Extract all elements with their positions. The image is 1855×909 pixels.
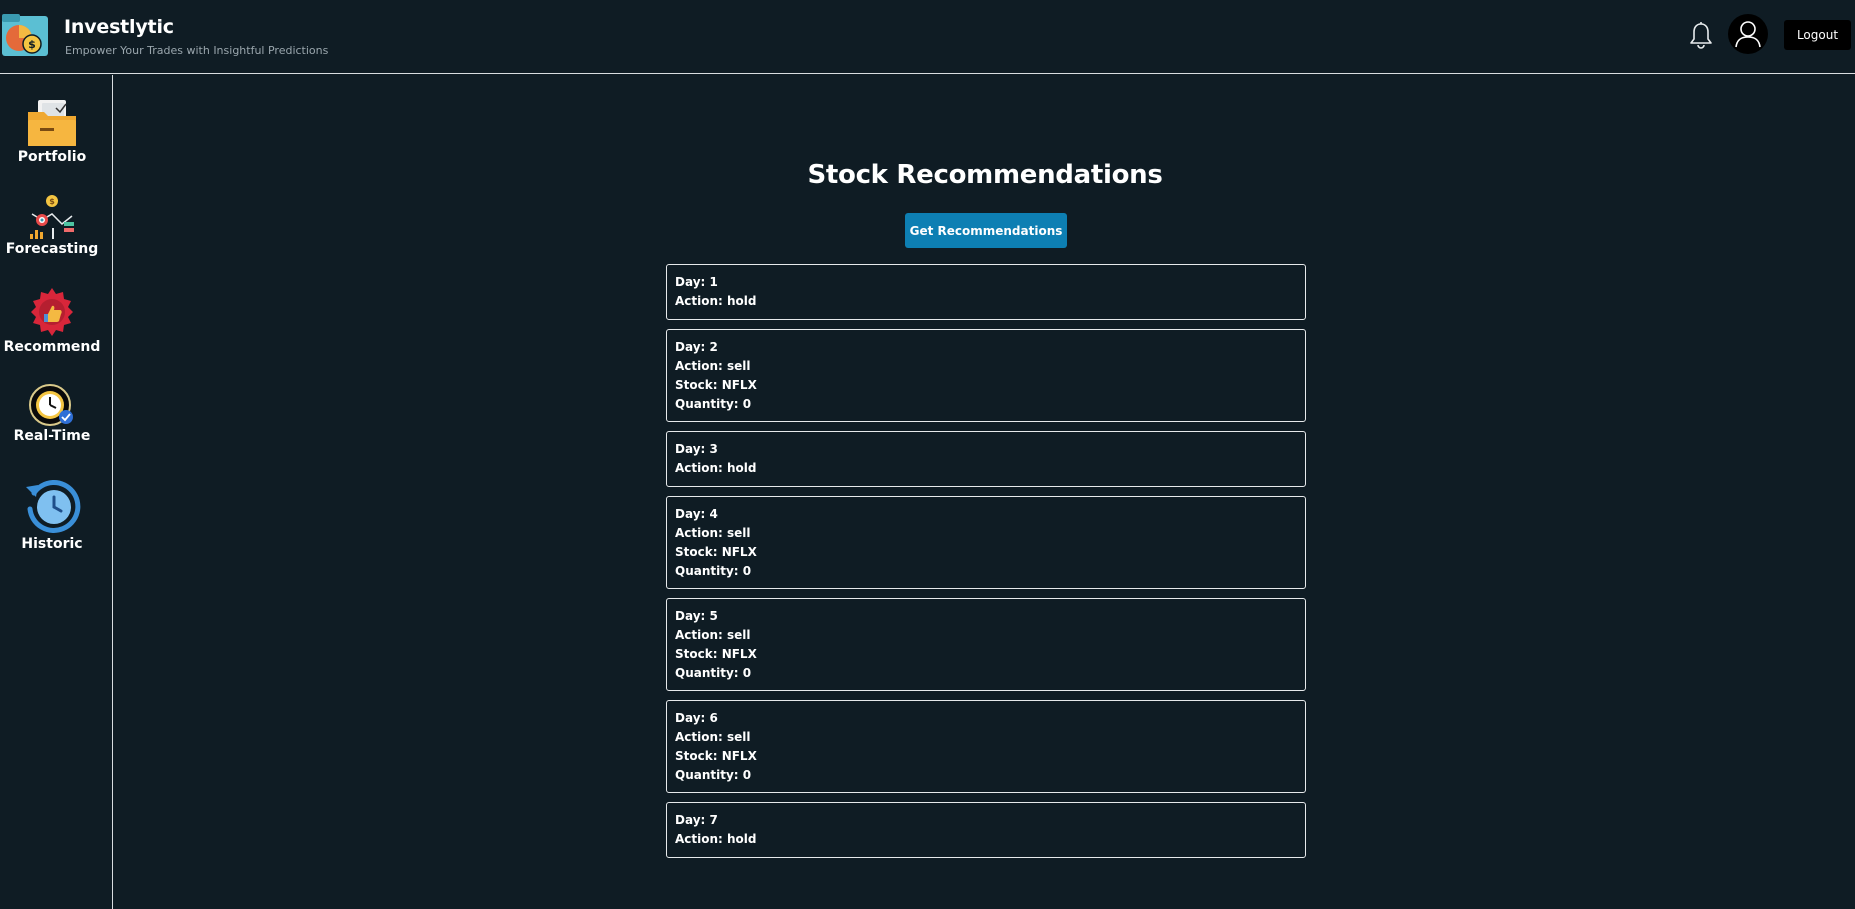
recommendation-quantity: Quantity: 0 — [675, 397, 752, 411]
app-header: $ Investlytic Empower Your Trades with I… — [0, 0, 1855, 74]
recommendation-day: Day: 4 — [675, 507, 718, 521]
recommendation-action: Action: hold — [675, 461, 757, 475]
recommendation-action: Action: sell — [675, 359, 751, 373]
sidebar-item-label: Forecasting — [5, 241, 99, 257]
logout-button[interactable]: Logout — [1784, 20, 1851, 50]
recommendation-day: Day: 3 — [675, 442, 718, 456]
stopwatch-icon — [29, 384, 73, 426]
sidebar-item-real-time[interactable]: Real-Time — [0, 381, 104, 444]
user-avatar[interactable] — [1728, 14, 1768, 54]
recommendation-action: Action: sell — [675, 628, 751, 642]
chart-analysis-icon: $ — [30, 195, 74, 239]
badge-thumbs-up-icon — [31, 288, 73, 336]
recommendation-card: Day: 5 Action: sell Stock: NFLX Quantity… — [666, 598, 1306, 691]
recommendation-card: Day: 6 Action: sell Stock: NFLX Quantity… — [666, 700, 1306, 793]
sidebar-item-label: Real-Time — [13, 428, 91, 444]
notification-bell-icon[interactable] — [1688, 21, 1714, 49]
recommendation-action: Action: sell — [675, 526, 751, 540]
recommendation-card: Day: 4 Action: sell Stock: NFLX Quantity… — [666, 496, 1306, 589]
recommendation-card: Day: 1 Action: hold — [666, 264, 1306, 320]
recommendation-day: Day: 1 — [675, 275, 718, 289]
recommendation-stock: Stock: NFLX — [675, 647, 757, 661]
recommendation-stock: Stock: NFLX — [675, 749, 757, 763]
recommendation-action: Action: hold — [675, 832, 757, 846]
recommendation-day: Day: 2 — [675, 340, 718, 354]
sidebar-item-label: Recommend — [3, 339, 101, 355]
get-recommendations-button[interactable]: Get Recommendations — [905, 213, 1067, 248]
recommendation-card: Day: 3 Action: hold — [666, 431, 1306, 487]
app-subtitle: Empower Your Trades with Insightful Pred… — [65, 44, 329, 57]
recommendation-stock: Stock: NFLX — [675, 378, 757, 392]
svg-text:$: $ — [49, 197, 55, 206]
sidebar-item-recommend[interactable]: Recommend — [0, 286, 104, 355]
recommendation-day: Day: 6 — [675, 711, 718, 725]
folder-icon — [28, 100, 76, 146]
recommendation-stock: Stock: NFLX — [675, 545, 757, 559]
recommendation-action: Action: hold — [675, 294, 757, 308]
recommendation-quantity: Quantity: 0 — [675, 666, 752, 680]
recommendation-card: Day: 7 Action: hold — [666, 802, 1306, 858]
recommendation-day: Day: 7 — [675, 813, 718, 827]
user-icon — [1735, 21, 1761, 48]
recommendation-action: Action: sell — [675, 730, 751, 744]
page-title: Stock Recommendations — [807, 160, 1163, 190]
sidebar-item-historic[interactable]: Historic — [0, 475, 104, 552]
recommendation-quantity: Quantity: 0 — [675, 768, 752, 782]
app-logo-icon: $ — [2, 14, 48, 56]
recommendation-quantity: Quantity: 0 — [675, 564, 752, 578]
history-clock-icon — [26, 479, 81, 533]
sidebar-item-forecasting[interactable]: $ Forecasting — [0, 194, 104, 257]
recommendation-day: Day: 5 — [675, 609, 718, 623]
sidebar: Portfolio $ Forecasting Recommend Real-T… — [0, 75, 113, 909]
svg-text:$: $ — [28, 38, 36, 51]
recommendation-list: Day: 1 Action: hold Day: 2 Action: sell … — [666, 264, 1306, 867]
app-title: Investlytic — [64, 16, 174, 38]
sidebar-item-label: Historic — [21, 536, 83, 552]
recommendation-card: Day: 2 Action: sell Stock: NFLX Quantity… — [666, 329, 1306, 422]
sidebar-item-portfolio[interactable]: Portfolio — [0, 98, 104, 165]
